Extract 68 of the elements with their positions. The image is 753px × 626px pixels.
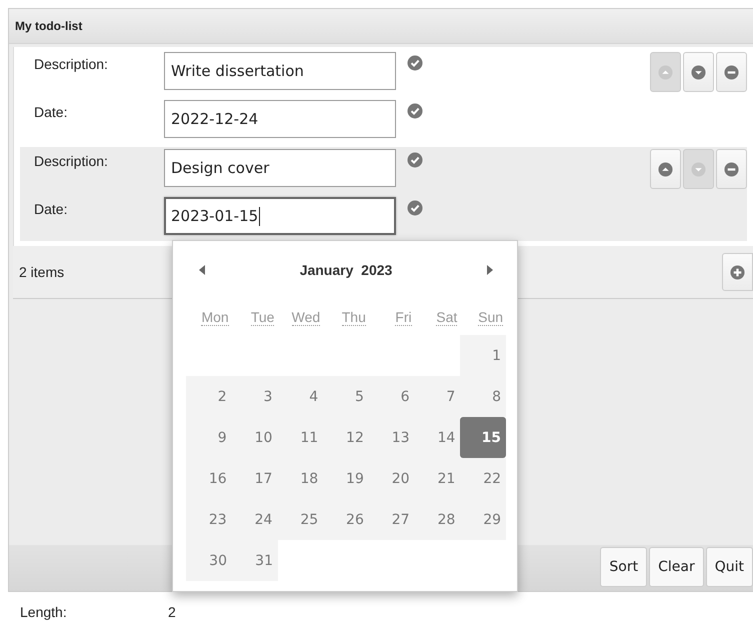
status-label: Length: (20, 604, 68, 620)
field-label: Description: (33, 152, 109, 169)
calendar-day[interactable]: 19 (323, 458, 369, 499)
previous-month-icon[interactable] (198, 264, 206, 276)
calendar-day[interactable]: 30 (186, 540, 232, 581)
field-label: Description: (33, 55, 109, 72)
check-icon (407, 152, 423, 168)
check-icon (407, 200, 423, 216)
calendar-day[interactable]: 14 (414, 417, 460, 458)
calendar-day[interactable]: 13 (368, 417, 415, 458)
add-button[interactable] (722, 253, 753, 291)
month-title: January 2023 (300, 262, 392, 278)
field-label: Date: (33, 103, 68, 120)
calendar-day[interactable]: 29 (460, 499, 506, 540)
input-field[interactable]: 2022-12-24 (164, 100, 396, 138)
remove-button[interactable] (716, 149, 747, 189)
calendar-day[interactable]: 28 (414, 499, 460, 540)
calendar-day[interactable]: 17 (232, 458, 278, 499)
calendar-day[interactable]: 2 (186, 376, 232, 417)
calendar-day[interactable]: 20 (368, 458, 415, 499)
calendar-day[interactable]: 11 (277, 417, 324, 458)
input-field[interactable]: 2023-01-15 (164, 197, 396, 235)
calendar-day[interactable]: 9 (186, 417, 232, 458)
weekday-label: Fri (395, 309, 412, 326)
input-field[interactable]: Write dissertation (164, 52, 396, 90)
weekday-label: Tue (250, 309, 274, 326)
calendar-day[interactable]: 21 (414, 458, 460, 499)
calendar-day[interactable]: 18 (277, 458, 324, 499)
calendar-day[interactable]: 6 (368, 376, 415, 417)
check-icon (407, 103, 423, 119)
next-month-icon[interactable] (486, 264, 494, 276)
move-down-button[interactable] (683, 52, 714, 92)
calendar-day[interactable]: 10 (232, 417, 278, 458)
action-button[interactable]: Quit (706, 547, 753, 587)
minus-icon (724, 162, 739, 176)
calendar-day[interactable]: 24 (232, 499, 278, 540)
calendar-day[interactable]: 7 (414, 376, 460, 417)
calendar-day[interactable]: 4 (277, 376, 324, 417)
panel-title: My todo-list (15, 19, 82, 33)
status-value: 2 (168, 604, 176, 620)
action-button[interactable]: Clear (649, 547, 704, 587)
calendar-day[interactable]: 16 (186, 458, 232, 499)
weekday-label: Thu (342, 309, 366, 326)
weekday-label: Mon (201, 309, 229, 326)
calendar-day[interactable]: 3 (232, 376, 278, 417)
remove-button[interactable] (716, 52, 747, 92)
move-up-button[interactable] (650, 149, 681, 189)
field-label: Date: (33, 200, 68, 217)
weekday-label: Wed (292, 309, 320, 326)
calendar-day[interactable]: 1 (460, 335, 506, 376)
action-button[interactable]: Sort (600, 547, 648, 587)
calendar-day[interactable]: 5 (323, 376, 369, 417)
check-icon (407, 55, 423, 71)
minus-icon (724, 64, 739, 80)
calendar-day[interactable]: 12 (323, 417, 369, 458)
calendar-day[interactable]: 15 (460, 417, 506, 458)
calendar-day[interactable]: 31 (232, 540, 278, 581)
plus-icon (730, 264, 745, 280)
calendar-day[interactable]: 26 (323, 499, 369, 540)
weekday-label: Sat (436, 309, 458, 326)
item-count: 2 items (19, 264, 64, 280)
weekday-label: Sun (478, 309, 504, 326)
input-field[interactable]: Design cover (164, 149, 396, 187)
calendar-day[interactable]: 23 (186, 499, 232, 540)
calendar-day[interactable]: 22 (460, 458, 506, 499)
calendar-day[interactable]: 27 (368, 499, 415, 540)
calendar-day[interactable]: 25 (277, 499, 324, 540)
calendar-day[interactable]: 8 (460, 376, 506, 417)
